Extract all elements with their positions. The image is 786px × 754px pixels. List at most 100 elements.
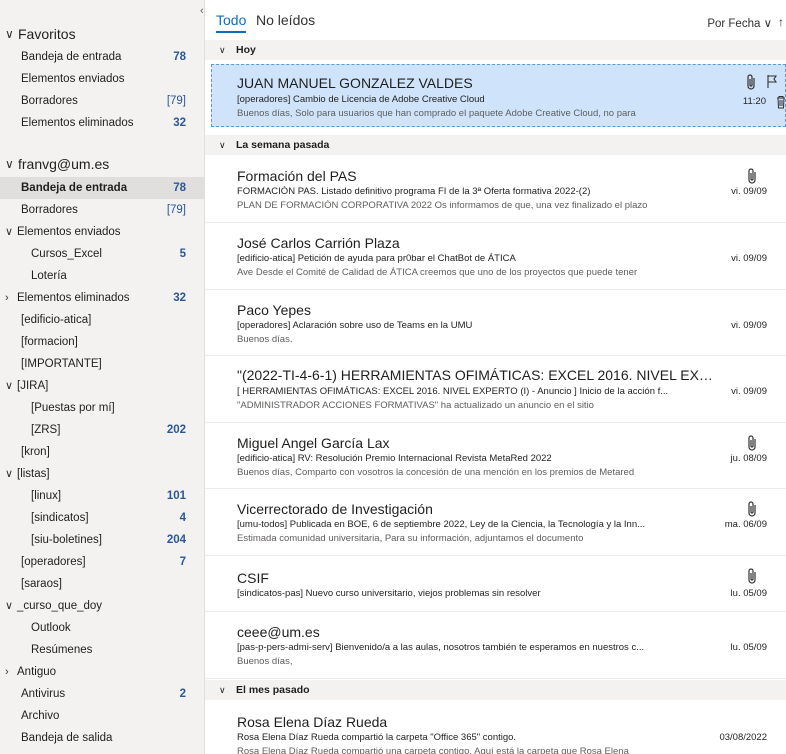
- message-preview: Buenos días,: [237, 656, 293, 667]
- message-sender: JUAN MANUEL GONZALEZ VALDES: [237, 75, 473, 91]
- message-item[interactable]: JUAN MANUEL GONZALEZ VALDES [operadores]…: [211, 64, 786, 127]
- paperclip-icon: [748, 568, 756, 584]
- folder-cursos-excel[interactable]: Cursos_Excel 5: [0, 243, 204, 265]
- folder-loteria[interactable]: Lotería: [0, 265, 204, 287]
- folder-saraos[interactable]: [saraos]: [0, 573, 204, 595]
- group-header-last-week[interactable]: ∨ La semana pasada: [205, 135, 786, 155]
- folder-antiguo[interactable]: › Antiguo: [0, 661, 204, 683]
- message-item[interactable]: Vicerrectorado de Investigación [umu-tod…: [205, 488, 786, 556]
- message-preview: Buenos días, Solo para usuarios que han …: [237, 108, 636, 119]
- message-date: lu. 05/09: [730, 642, 767, 653]
- message-subject: [edificio-atica] Petición de ayuda para …: [237, 253, 516, 264]
- paperclip-icon: [748, 168, 756, 184]
- folder-linux[interactable]: [linux] 101: [0, 485, 204, 507]
- message-date: lu. 05/09: [730, 588, 767, 599]
- folder-jira[interactable]: ∨ [JIRA]: [0, 375, 204, 397]
- folder-operadores[interactable]: [operadores] 7: [0, 551, 204, 573]
- message-subject: [umu-todos] Publicada en BOE, 6 de septi…: [237, 519, 646, 530]
- chevron-right-icon[interactable]: ›: [5, 661, 9, 683]
- message-date: ma. 06/09: [724, 519, 767, 530]
- chevron-down-icon: ∨: [219, 140, 226, 150]
- message-sender: José Carlos Carrión Plaza: [237, 235, 400, 251]
- chevron-down-icon[interactable]: ∨: [5, 375, 13, 397]
- message-preview: Buenos días, Comparto con vosotros la co…: [237, 467, 635, 478]
- message-item[interactable]: Paco Yepes [operadores] Aclaración sobre…: [205, 289, 786, 356]
- folder-sindicatos[interactable]: [sindicatos] 4: [0, 507, 204, 529]
- folder-inbox[interactable]: Bandeja de entrada 78: [0, 177, 204, 199]
- message-item[interactable]: Rosa Elena Díaz Rueda Rosa Elena Díaz Ru…: [205, 700, 786, 754]
- message-date: ju. 08/09: [730, 453, 767, 464]
- message-preview: Ave Desde el Comité de Calidad de ÁTICA …: [237, 267, 638, 278]
- message-sender: Formación del PAS: [237, 168, 357, 184]
- favorite-deleted[interactable]: Elementos eliminados 32: [0, 112, 204, 134]
- folder-curso-que-doy[interactable]: ∨ _curso_que_doy: [0, 595, 204, 617]
- message-date: 11:20: [742, 96, 766, 107]
- folder-puestas-por-mi[interactable]: [Puestas por mí]: [0, 397, 204, 419]
- folder-deleted[interactable]: › Elementos eliminados 32: [0, 287, 204, 309]
- tab-all[interactable]: Todo: [216, 12, 247, 33]
- favorite-sent[interactable]: Elementos enviados: [0, 68, 204, 90]
- chevron-right-icon[interactable]: ›: [5, 287, 9, 309]
- message-sender: Paco Yepes: [237, 302, 311, 318]
- folder-archivo[interactable]: Archivo: [0, 705, 204, 727]
- message-sender: ceee@um.es: [237, 624, 320, 640]
- chevron-down-icon: ∨: [219, 685, 226, 695]
- message-date: 03/08/2022: [719, 732, 767, 743]
- message-sender: "(2022-TI-4-6-1) HERRAMIENTAS OFIMÁTICAS…: [237, 367, 715, 383]
- message-item[interactable]: José Carlos Carrión Plaza [edificio-atic…: [205, 222, 786, 290]
- message-item[interactable]: ceee@um.es [pas-p-pers-admi-serv] Bienve…: [205, 611, 786, 679]
- trash-icon[interactable]: [775, 95, 786, 109]
- folder-siu-boletines[interactable]: [siu-boletines] 204: [0, 529, 204, 551]
- chevron-down-icon[interactable]: ∨: [5, 463, 13, 485]
- sort-label: Por Fecha: [707, 18, 761, 30]
- message-item[interactable]: Miguel Angel García Lax [edificio-atica]…: [205, 422, 786, 489]
- flag-icon[interactable]: [765, 73, 779, 89]
- message-sender: Rosa Elena Díaz Rueda: [237, 714, 388, 730]
- chevron-down-icon: ∨: [5, 157, 14, 171]
- message-list: Todo No leídos Por Fecha ∨ ↑ ∨ Hoy JUAN …: [205, 0, 786, 754]
- favorite-drafts[interactable]: Borradores [79]: [0, 90, 204, 112]
- message-date: vi. 09/09: [731, 186, 767, 197]
- paperclip-icon: [747, 74, 755, 90]
- folder-kron[interactable]: [kron]: [0, 441, 204, 463]
- folder-listas[interactable]: ∨ [listas]: [0, 463, 204, 485]
- sort-dropdown[interactable]: Por Fecha ∨: [707, 16, 772, 30]
- folder-resumenes[interactable]: Resúmenes: [0, 639, 204, 661]
- collapse-pane-icon[interactable]: ‹: [200, 5, 204, 17]
- folder-formacion[interactable]: [formacion]: [0, 331, 204, 353]
- chevron-down-icon[interactable]: ∨: [5, 595, 13, 617]
- folder-outlook[interactable]: Outlook: [0, 617, 204, 639]
- message-subject: [pas-p-pers-admi-serv] Bienvenido/a a la…: [237, 642, 645, 653]
- message-subject: FORMACIÓN PAS. Listado definitivo progra…: [237, 186, 591, 197]
- group-header-today[interactable]: ∨ Hoy: [205, 40, 786, 60]
- message-sender: CSIF: [237, 570, 269, 586]
- message-sender: Miguel Angel García Lax: [237, 435, 390, 451]
- message-preview: Buenos días.: [237, 334, 293, 345]
- message-date: vi. 09/09: [731, 386, 767, 397]
- filter-tabs: Todo No leídos Por Fecha ∨ ↑: [205, 0, 786, 38]
- message-sender: Vicerrectorado de Investigación: [237, 501, 433, 517]
- message-item[interactable]: CSIF [sindicatos-pas] Nuevo curso univer…: [205, 555, 786, 612]
- account-header[interactable]: ∨ franvg@um.es: [0, 152, 204, 176]
- folder-zrs[interactable]: [ZRS] 202: [0, 419, 204, 441]
- message-item[interactable]: "(2022-TI-4-6-1) HERRAMIENTAS OFIMÁTICAS…: [205, 355, 786, 423]
- message-date: vi. 09/09: [731, 253, 767, 264]
- folder-antivirus[interactable]: Antivirus 2: [0, 683, 204, 705]
- folder-importante[interactable]: [IMPORTANTE]: [0, 353, 204, 375]
- folder-sent[interactable]: ∨ Elementos enviados: [0, 221, 204, 243]
- message-subject: Rosa Elena Díaz Rueda compartió la carpe…: [237, 732, 517, 743]
- message-item[interactable]: Formación del PAS FORMACIÓN PAS. Listado…: [205, 155, 786, 223]
- folder-outbox[interactable]: Bandeja de salida: [0, 727, 204, 749]
- message-preview: "ADMINISTRADOR ACCIONES FORMATIVAS" ha a…: [237, 400, 594, 411]
- favorite-inbox[interactable]: Bandeja de entrada 78: [0, 46, 204, 68]
- message-preview: Rosa Elena Díaz Rueda compartió una carp…: [237, 746, 629, 754]
- favorites-header[interactable]: ∨ Favoritos: [0, 22, 204, 46]
- chevron-down-icon[interactable]: ∨: [5, 221, 13, 243]
- tab-unread[interactable]: No leídos: [256, 12, 315, 28]
- folder-edificio-atica[interactable]: [edificio-atica]: [0, 309, 204, 331]
- group-header-last-month[interactable]: ∨ El mes pasado: [205, 680, 786, 700]
- sort-direction-icon[interactable]: ↑: [778, 15, 784, 29]
- chevron-down-icon: ∨: [219, 45, 226, 55]
- folder-drafts[interactable]: Borradores [79]: [0, 199, 204, 221]
- message-preview: Estimada comunidad universitaria, Para s…: [237, 533, 584, 544]
